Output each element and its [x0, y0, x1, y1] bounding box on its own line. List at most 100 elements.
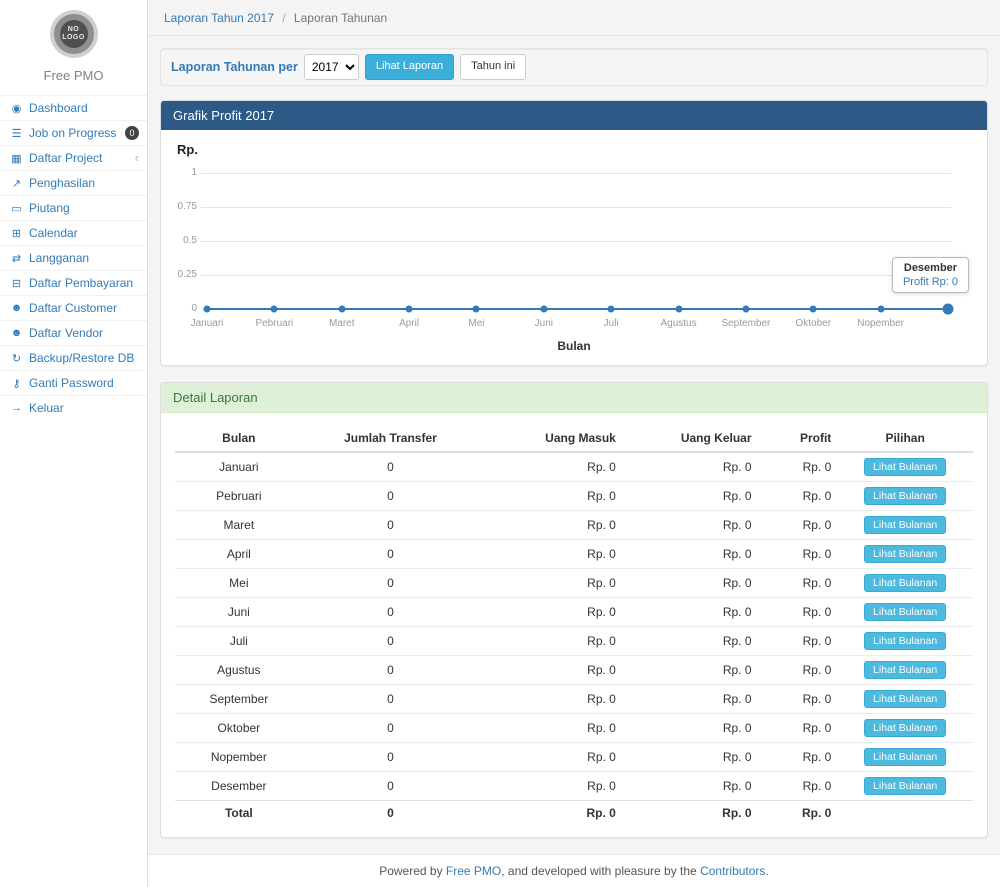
lihat-laporan-button[interactable]: Lihat Laporan	[365, 54, 454, 79]
exchange-icon: ⇄	[10, 252, 23, 265]
footer-link-contributors[interactable]: Contributors	[700, 864, 765, 878]
credit-card-icon: ▭	[10, 202, 23, 215]
data-point-desember[interactable]	[943, 304, 954, 315]
transfer-cell: 0	[303, 772, 479, 801]
sidebar-item-daftar-vendor[interactable]: ☻Daftar Vendor	[0, 320, 147, 345]
table-row: Januari0Rp. 0Rp. 0Rp. 0Lihat Bulanan	[175, 452, 973, 482]
total-cell: 0	[303, 801, 479, 826]
sidebar-item-daftar-customer[interactable]: ☻Daftar Customer	[0, 295, 147, 320]
data-point-april[interactable]	[406, 306, 413, 313]
table-row: Maret0Rp. 0Rp. 0Rp. 0Lihat Bulanan	[175, 511, 973, 540]
sidebar-item-daftar-project[interactable]: ▦Daftar Project‹	[0, 145, 147, 170]
lihat-bulanan-button[interactable]: Lihat Bulanan	[864, 777, 946, 795]
chevron-left-icon: ‹	[135, 153, 139, 163]
uang-masuk-cell: Rp. 0	[478, 511, 622, 540]
column-header: Uang Masuk	[478, 425, 622, 452]
data-point-januari[interactable]	[204, 306, 211, 313]
lihat-bulanan-button[interactable]: Lihat Bulanan	[864, 719, 946, 737]
uang-keluar-cell: Rp. 0	[622, 540, 758, 569]
total-cell: Total	[175, 801, 303, 826]
lihat-bulanan-button[interactable]: Lihat Bulanan	[864, 487, 946, 505]
table-header-row: BulanJumlah TransferUang MasukUang Kelua…	[175, 425, 973, 452]
data-point-pebruari[interactable]	[271, 306, 278, 313]
lock-icon: ⚷	[10, 377, 23, 390]
x-tick-label: Mei	[468, 318, 484, 329]
lihat-bulanan-button[interactable]: Lihat Bulanan	[864, 690, 946, 708]
lihat-bulanan-button[interactable]: Lihat Bulanan	[864, 516, 946, 534]
sidebar-item-label: Penghasilan	[29, 176, 95, 190]
year-select[interactable]: 2017	[304, 54, 359, 80]
uang-keluar-cell: Rp. 0	[622, 627, 758, 656]
data-point-agustus[interactable]	[675, 306, 682, 313]
x-tick-label: September	[721, 318, 770, 329]
detail-panel-title: Detail Laporan	[161, 383, 987, 413]
sidebar-menu: ◉ Dashboard ☰ Job on Progress 0 ▦Daftar Proje…	[0, 95, 147, 420]
column-header: Jumlah Transfer	[303, 425, 479, 452]
breadcrumb-link[interactable]: Laporan Tahun 2017	[164, 11, 274, 25]
sidebar-item-label: Daftar Pembayaran	[29, 276, 133, 290]
footer-link-freepmo[interactable]: Free PMO	[446, 864, 501, 878]
data-point-september[interactable]	[742, 306, 749, 313]
sidebar-item-langganan[interactable]: ⇄Langganan	[0, 245, 147, 270]
data-point-mei[interactable]	[473, 306, 480, 313]
tahun-ini-button[interactable]: Tahun ini	[460, 54, 526, 79]
data-point-juni[interactable]	[540, 306, 547, 313]
lihat-bulanan-button[interactable]: Lihat Bulanan	[864, 574, 946, 592]
uang-masuk-cell: Rp. 0	[478, 540, 622, 569]
uang-masuk-cell: Rp. 0	[478, 598, 622, 627]
sidebar-item-penghasilan[interactable]: ↗ Penghasilan	[0, 170, 147, 195]
data-point-oktober[interactable]	[810, 306, 817, 313]
uang-keluar-cell: Rp. 0	[622, 569, 758, 598]
sidebar-item-dashboard[interactable]: ◉ Dashboard	[0, 95, 147, 120]
tasks-icon: ☰	[10, 127, 23, 140]
chart-tooltip: Desember Profit Rp: 0	[892, 257, 969, 293]
table-total-row: Total0Rp. 0Rp. 0Rp. 0	[175, 801, 973, 826]
sidebar-item-keluar[interactable]: →Keluar	[0, 395, 147, 420]
uang-masuk-cell: Rp. 0	[478, 685, 622, 714]
table-row: Mei0Rp. 0Rp. 0Rp. 0Lihat Bulanan	[175, 569, 973, 598]
uang-keluar-cell: Rp. 0	[622, 685, 758, 714]
month-cell: Desember	[175, 772, 303, 801]
line-chart-icon: ↗	[10, 177, 23, 190]
data-point-nopember[interactable]	[877, 306, 884, 313]
sidebar-item-label: Job on Progress	[29, 126, 116, 140]
sidebar-item-ganti-password[interactable]: ⚷ Ganti Password	[0, 370, 147, 395]
column-header: Profit	[758, 425, 838, 452]
dashboard-icon: ◉	[10, 102, 23, 115]
uang-keluar-cell: Rp. 0	[622, 598, 758, 627]
profit-cell: Rp. 0	[758, 656, 838, 685]
data-point-maret[interactable]	[338, 306, 345, 313]
sidebar-item-label: Calendar	[29, 226, 78, 240]
profit-cell: Rp. 0	[758, 540, 838, 569]
sidebar-item-label: Ganti Password	[29, 376, 114, 390]
sidebar-item-backup-restore-db[interactable]: ↻Backup/Restore DB	[0, 345, 147, 370]
vendors-icon: ☻	[10, 327, 23, 339]
x-axis-labels: JanuariPebruariMaretAprilMeiJuniJuliAgus…	[207, 318, 948, 331]
sidebar-item-calendar[interactable]: ⊞Calendar	[0, 220, 147, 245]
sidebar-item-piutang[interactable]: ▭Piutang	[0, 195, 147, 220]
action-cell: Lihat Bulanan	[837, 714, 973, 743]
sidebar-item-job-on-progress[interactable]: ☰ Job on Progress 0	[0, 120, 147, 145]
count-badge: 0	[125, 126, 139, 140]
x-tick-label: Januari	[191, 318, 224, 329]
x-axis-label: Bulan	[175, 339, 973, 353]
data-point-juli[interactable]	[608, 306, 615, 313]
sidebar-item-label: Backup/Restore DB	[29, 351, 134, 365]
lihat-bulanan-button[interactable]: Lihat Bulanan	[864, 458, 946, 476]
action-cell: Lihat Bulanan	[837, 511, 973, 540]
y-tick-label: 1	[175, 167, 197, 178]
sidebar-item-label: Daftar Customer	[29, 301, 117, 315]
month-cell: September	[175, 685, 303, 714]
lihat-bulanan-button[interactable]: Lihat Bulanan	[864, 661, 946, 679]
y-tick-label: 0.75	[175, 201, 197, 212]
column-header: Bulan	[175, 425, 303, 452]
lihat-bulanan-button[interactable]: Lihat Bulanan	[864, 748, 946, 766]
lihat-bulanan-button[interactable]: Lihat Bulanan	[864, 632, 946, 650]
lihat-bulanan-button[interactable]: Lihat Bulanan	[864, 603, 946, 621]
transfer-cell: 0	[303, 482, 479, 511]
month-cell: Mei	[175, 569, 303, 598]
chart-panel-title: Grafik Profit 2017	[161, 101, 987, 130]
sidebar-item-label: Dashboard	[29, 101, 88, 115]
sidebar-item-daftar-pembayaran[interactable]: ⊟Daftar Pembayaran	[0, 270, 147, 295]
lihat-bulanan-button[interactable]: Lihat Bulanan	[864, 545, 946, 563]
